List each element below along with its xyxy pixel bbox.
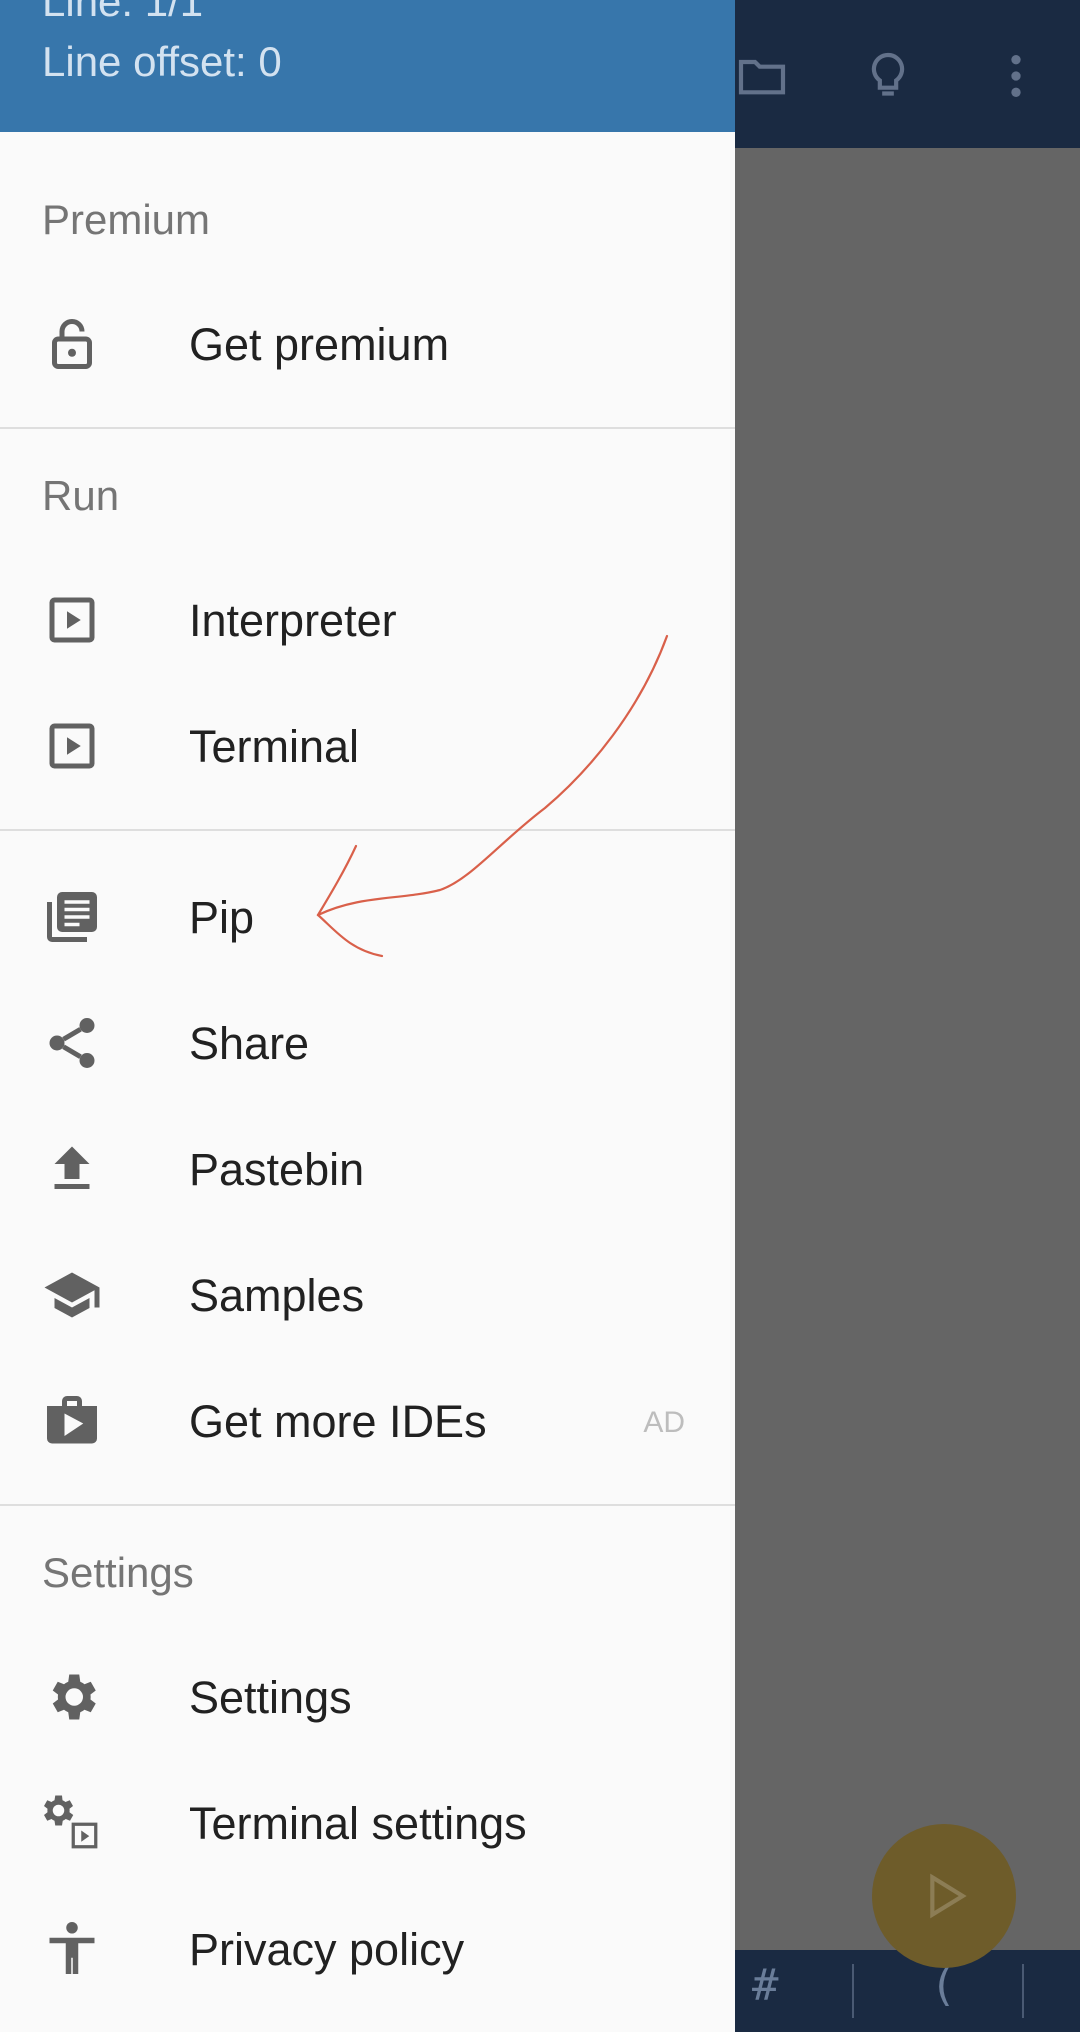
key-separator [852, 1964, 854, 2018]
menu-item-interpreter[interactable]: Interpreter [0, 557, 735, 683]
menu-item-label: Get premium [189, 319, 450, 370]
lightbulb-icon[interactable] [852, 40, 924, 112]
menu-item-share[interactable]: Share [0, 980, 735, 1106]
drawer-header: Line: 1/1 Line offset: 0 [0, 0, 735, 132]
line-indicator: Line: 1/1 [42, 0, 204, 25]
menu-item-label: Share [189, 1018, 310, 1069]
menu-item-label: Get more IDEs [189, 1396, 487, 1447]
lock-open-icon [42, 314, 102, 374]
section-title-premium: Premium [42, 196, 211, 243]
ad-badge: AD [643, 1406, 685, 1439]
navigation-drawer: Line: 1/1 Line offset: 0 Premium Get pre… [0, 0, 735, 2032]
key-hash[interactable]: # [752, 1960, 779, 2011]
menu-item-get-premium[interactable]: Get premium [0, 281, 735, 407]
section-title-run: Run [42, 472, 120, 519]
menu-item-label: Privacy policy [189, 1924, 465, 1975]
menu-item-label: Interpreter [189, 595, 397, 646]
upload-icon [42, 1139, 102, 1199]
accessibility-icon [42, 1919, 102, 1979]
run-fab-button[interactable] [872, 1824, 1016, 1968]
menu-item-label: Terminal settings [189, 1798, 527, 1849]
menu-item-terminal[interactable]: Terminal [0, 683, 735, 809]
key-separator [1022, 1964, 1024, 2018]
play-box-icon [42, 716, 102, 776]
shop-icon [42, 1391, 102, 1451]
library-books-icon [42, 887, 102, 947]
play-icon [930, 1873, 967, 1919]
line-offset-indicator: Line offset: 0 [42, 38, 282, 85]
menu-item-label: Settings [189, 1672, 352, 1723]
menu-item-privacy-policy[interactable]: Privacy policy [0, 1886, 735, 2012]
menu-item-pastebin[interactable]: Pastebin [0, 1106, 735, 1232]
menu-item-pip[interactable]: Pip [0, 854, 735, 980]
terminal-settings-icon [42, 1793, 102, 1853]
menu-item-get-more-ides[interactable]: Get more IDEs AD [0, 1358, 735, 1484]
gear-icon [42, 1667, 102, 1727]
more-vert-icon[interactable] [980, 40, 1052, 112]
play-box-icon [42, 590, 102, 650]
folder-icon[interactable] [726, 40, 798, 112]
share-icon [42, 1013, 102, 1073]
menu-item-label: Pip [189, 892, 255, 943]
menu-item-terminal-settings[interactable]: Terminal settings [0, 1760, 735, 1886]
divider [0, 1504, 735, 1506]
school-icon [42, 1265, 102, 1325]
menu-item-settings[interactable]: Settings [0, 1634, 735, 1760]
divider [0, 829, 735, 831]
menu-item-label: Pastebin [189, 1144, 365, 1195]
menu-item-samples[interactable]: Samples [0, 1232, 735, 1358]
menu-item-label: Terminal [189, 721, 360, 772]
section-title-settings: Settings [42, 1549, 194, 1596]
menu-item-label: Samples [189, 1270, 365, 1321]
divider [0, 427, 735, 429]
